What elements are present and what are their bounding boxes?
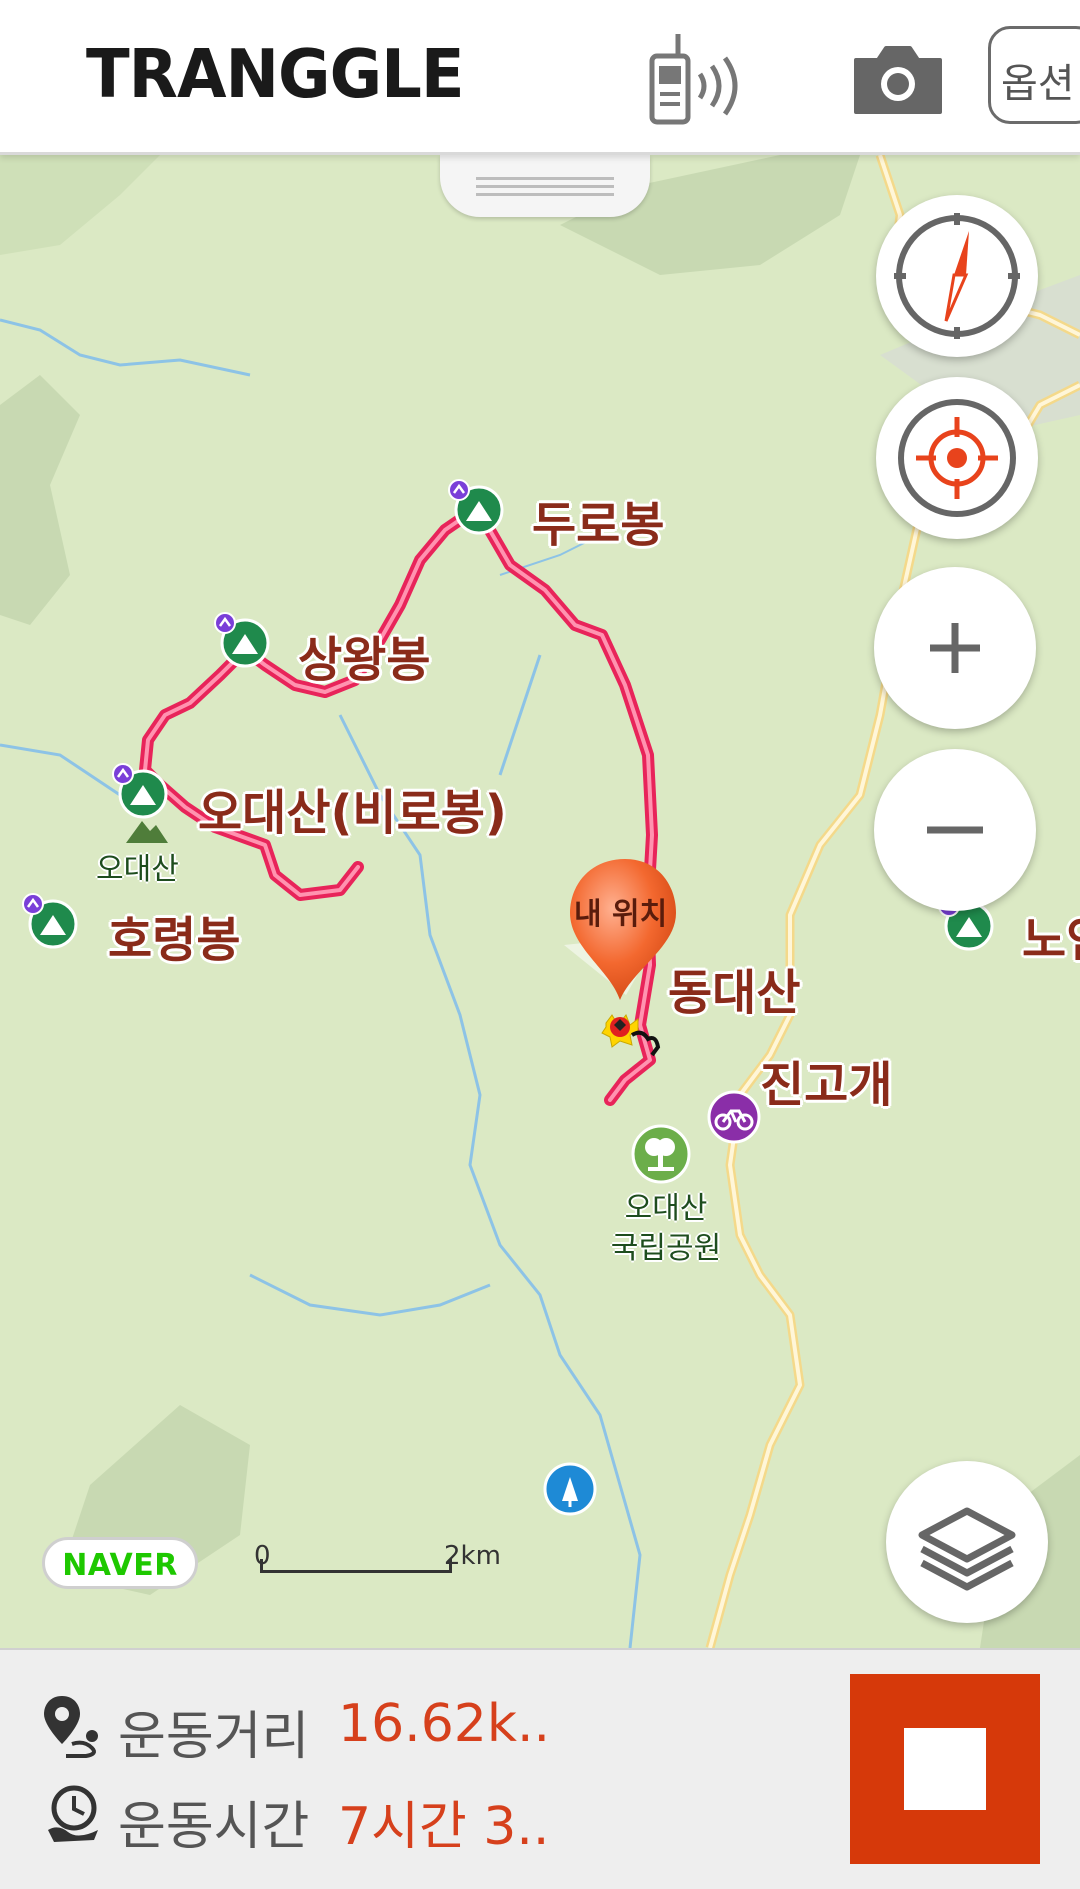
naver-badge-text: NAVER bbox=[62, 1548, 178, 1583]
place-label-dongdaesan: 동대산 bbox=[668, 965, 801, 1021]
walkie-talkie-icon[interactable] bbox=[642, 28, 762, 128]
peak-label-odae-birobong: 오대산(비로봉) bbox=[198, 785, 507, 841]
plus-icon bbox=[930, 623, 980, 673]
stop-button[interactable] bbox=[850, 1674, 1040, 1864]
park-label-line1: 오대산 bbox=[624, 1191, 708, 1226]
drawer-handle[interactable] bbox=[440, 155, 650, 217]
map-view[interactable]: 두로봉 상왕봉 오대산(비로봉) 오대산 호령봉 노인 bbox=[0, 155, 1080, 1648]
zoom-out-button[interactable] bbox=[874, 749, 1036, 911]
peak-marker-icon[interactable] bbox=[22, 893, 80, 951]
park-icon[interactable] bbox=[630, 1123, 692, 1185]
scale-bar bbox=[260, 1559, 452, 1573]
route-pin-icon bbox=[44, 1696, 98, 1758]
park-label-line2: 국립공원 bbox=[610, 1231, 722, 1266]
locate-button[interactable] bbox=[876, 377, 1038, 539]
layers-button[interactable] bbox=[886, 1461, 1048, 1623]
scale-max-label: 2km bbox=[444, 1541, 501, 1571]
compass-icon bbox=[894, 213, 1020, 339]
options-label: 옵션 bbox=[1001, 61, 1075, 107]
app-header: TRANGGLE 옵션 bbox=[0, 0, 1080, 155]
time-value: 7시간 3.. bbox=[338, 1797, 550, 1857]
stats-panel: 운동거리 16.62k.. 운동시간 7시간 3.. bbox=[0, 1648, 1080, 1889]
forest-icon[interactable] bbox=[542, 1461, 598, 1517]
camera-icon[interactable] bbox=[850, 40, 946, 118]
mountain-label-odaesan: 오대산 bbox=[96, 852, 179, 887]
distance-value: 16.62k.. bbox=[338, 1694, 551, 1754]
distance-label: 운동거리 bbox=[118, 1707, 310, 1767]
stop-icon bbox=[904, 1728, 986, 1810]
peak-label-horyeong: 호령봉 bbox=[108, 912, 241, 968]
minus-icon bbox=[927, 826, 983, 834]
peak-label-duro: 두로봉 bbox=[532, 497, 665, 553]
time-label: 운동시간 bbox=[118, 1797, 310, 1857]
compass-button[interactable] bbox=[876, 195, 1038, 357]
target-icon bbox=[898, 399, 1016, 517]
peak-marker-icon[interactable] bbox=[112, 763, 170, 821]
clock-icon bbox=[48, 1785, 98, 1842]
my-location-label: 내 위치 bbox=[574, 897, 668, 932]
peak-label-sangwang: 상왕봉 bbox=[298, 632, 431, 688]
layers-icon bbox=[918, 1507, 1016, 1591]
mountain-icon bbox=[126, 821, 168, 843]
place-label-jingogae: 진고개 bbox=[760, 1057, 893, 1113]
naver-badge: NAVER bbox=[42, 1537, 198, 1589]
peak-marker-icon[interactable] bbox=[448, 479, 506, 537]
park-label: 오대산 국립공원 bbox=[606, 1189, 726, 1269]
bicycle-icon[interactable] bbox=[706, 1089, 762, 1145]
peak-marker-icon[interactable] bbox=[214, 612, 272, 670]
options-button[interactable]: 옵션 bbox=[988, 26, 1080, 124]
zoom-in-button[interactable] bbox=[874, 567, 1036, 729]
app-logo: TRANGGLE bbox=[86, 36, 465, 114]
